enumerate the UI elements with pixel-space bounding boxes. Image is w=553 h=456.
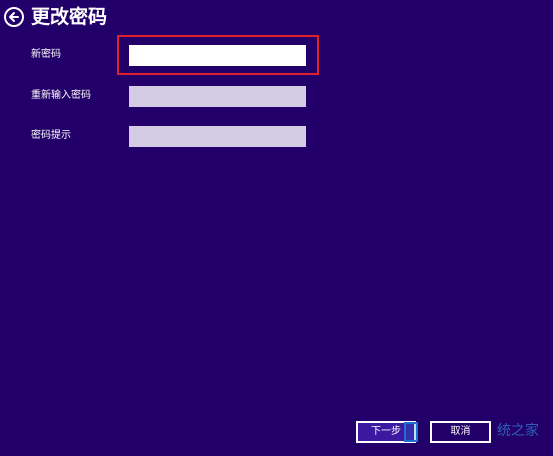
password-hint-input[interactable] bbox=[129, 126, 306, 147]
password-hint-label: 密码提示 bbox=[31, 130, 71, 141]
confirm-password-input[interactable] bbox=[129, 86, 306, 107]
back-arrow-icon bbox=[9, 12, 19, 22]
cancel-button[interactable]: 取消 bbox=[430, 421, 491, 443]
confirm-password-label: 重新输入密码 bbox=[31, 90, 91, 101]
new-password-input[interactable] bbox=[129, 45, 306, 66]
change-password-page: 更改密码 新密码 重新输入密码 密码提示 下一步 取消 统之家 bbox=[0, 0, 553, 456]
page-title: 更改密码 bbox=[31, 6, 108, 28]
next-button[interactable]: 下一步 bbox=[356, 421, 416, 443]
watermark-text: 统之家 bbox=[497, 423, 539, 439]
new-password-label: 新密码 bbox=[31, 49, 61, 60]
back-button[interactable] bbox=[4, 7, 24, 27]
